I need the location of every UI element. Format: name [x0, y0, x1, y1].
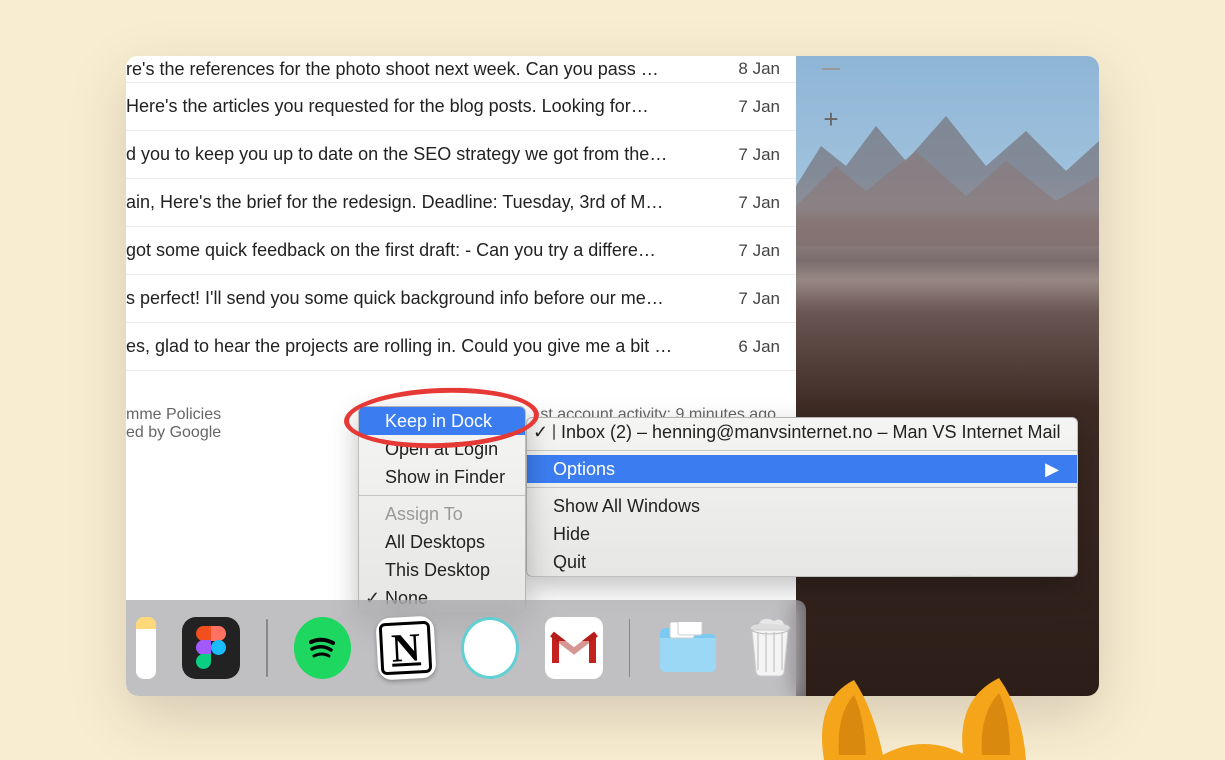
zoom-controls: + — [816, 62, 846, 135]
menu-caret — [953, 575, 973, 577]
mail-date: 7 Jan — [718, 97, 780, 117]
mail-list: re's the references for the photo shoot … — [126, 56, 796, 371]
submenu-show-in-finder[interactable]: Show in Finder — [359, 463, 525, 491]
dock-separator — [629, 619, 630, 677]
context-options-label: Options — [553, 458, 615, 480]
mail-row[interactable]: got some quick feedback on the first dra… — [126, 227, 796, 275]
app-window: re's the references for the photo shoot … — [126, 56, 1099, 696]
mail-subject: ain, Here's the brief for the redesign. … — [126, 192, 718, 213]
mail-subject: d you to keep you up to date on the SEO … — [126, 144, 718, 165]
zoom-minus-icon[interactable] — [822, 68, 840, 70]
menu-separator — [527, 487, 1077, 488]
dock-separator — [266, 619, 267, 677]
context-show-all-windows[interactable]: Show All Windows — [527, 492, 1077, 520]
mail-subject: Here's the articles you requested for th… — [126, 96, 718, 117]
mail-subject: got some quick feedback on the first dra… — [126, 240, 718, 261]
mail-row[interactable]: d you to keep you up to date on the SEO … — [126, 131, 796, 179]
submenu-all-desktops[interactable]: All Desktops — [359, 528, 525, 556]
zoom-plus-icon[interactable]: + — [823, 104, 838, 135]
mail-date: 7 Jan — [718, 241, 780, 261]
menu-separator — [359, 495, 525, 496]
dock-notion-icon[interactable]: N — [376, 616, 437, 681]
check-icon: ✓ — [533, 421, 548, 443]
dock-trash-icon[interactable] — [744, 618, 796, 678]
dock-figma-icon[interactable] — [182, 617, 240, 679]
mail-row[interactable]: ain, Here's the brief for the redesign. … — [126, 179, 796, 227]
mail-date: 8 Jan — [718, 59, 780, 79]
dock-context-menu: ✓ Inbox (2) – henning@manvsinternet.no –… — [526, 417, 1078, 577]
mail-app-icon — [553, 424, 555, 440]
context-options[interactable]: Options ▶ — [527, 455, 1077, 483]
mail-date: 7 Jan — [718, 193, 780, 213]
mail-subject: s perfect! I'll send you some quick back… — [126, 288, 718, 309]
mail-row[interactable]: re's the references for the photo shoot … — [126, 56, 796, 83]
mail-date: 6 Jan — [718, 337, 780, 357]
footer-policies-link[interactable]: mme Policies — [126, 406, 221, 424]
dock-downloads-folder-icon[interactable] — [656, 622, 718, 674]
mail-date: 7 Jan — [718, 289, 780, 309]
dock: N — [126, 600, 806, 696]
context-quit[interactable]: Quit — [527, 548, 1077, 576]
context-hide[interactable]: Hide — [527, 520, 1077, 548]
mail-row[interactable]: Here's the articles you requested for th… — [126, 83, 796, 131]
dock-spotify-icon[interactable] — [294, 617, 352, 679]
desktop-wallpaper — [796, 56, 1099, 696]
submenu-assign-to-header: Assign To — [359, 500, 525, 528]
submenu-this-desktop[interactable]: This Desktop — [359, 556, 525, 584]
mail-row[interactable]: s perfect! I'll send you some quick back… — [126, 275, 796, 323]
mail-date: 7 Jan — [718, 145, 780, 165]
menu-separator — [527, 450, 1077, 451]
context-window-item[interactable]: ✓ Inbox (2) – henning@manvsinternet.no –… — [527, 418, 1077, 446]
mail-subject: re's the references for the photo shoot … — [126, 59, 718, 80]
context-window-title: Inbox (2) – henning@manvsinternet.no – M… — [561, 421, 1061, 443]
dock-textedit-icon[interactable] — [136, 617, 156, 679]
submenu-arrow-icon: ▶ — [1045, 458, 1059, 480]
mail-subject: es, glad to hear the projects are rollin… — [126, 336, 718, 357]
dock-circle-app-icon[interactable] — [461, 617, 519, 679]
mail-row[interactable]: es, glad to hear the projects are rollin… — [126, 323, 796, 371]
fox-decoration — [804, 660, 1044, 760]
footer-powered: ed by Google — [126, 424, 221, 442]
dock-gmail-icon[interactable] — [545, 617, 603, 679]
